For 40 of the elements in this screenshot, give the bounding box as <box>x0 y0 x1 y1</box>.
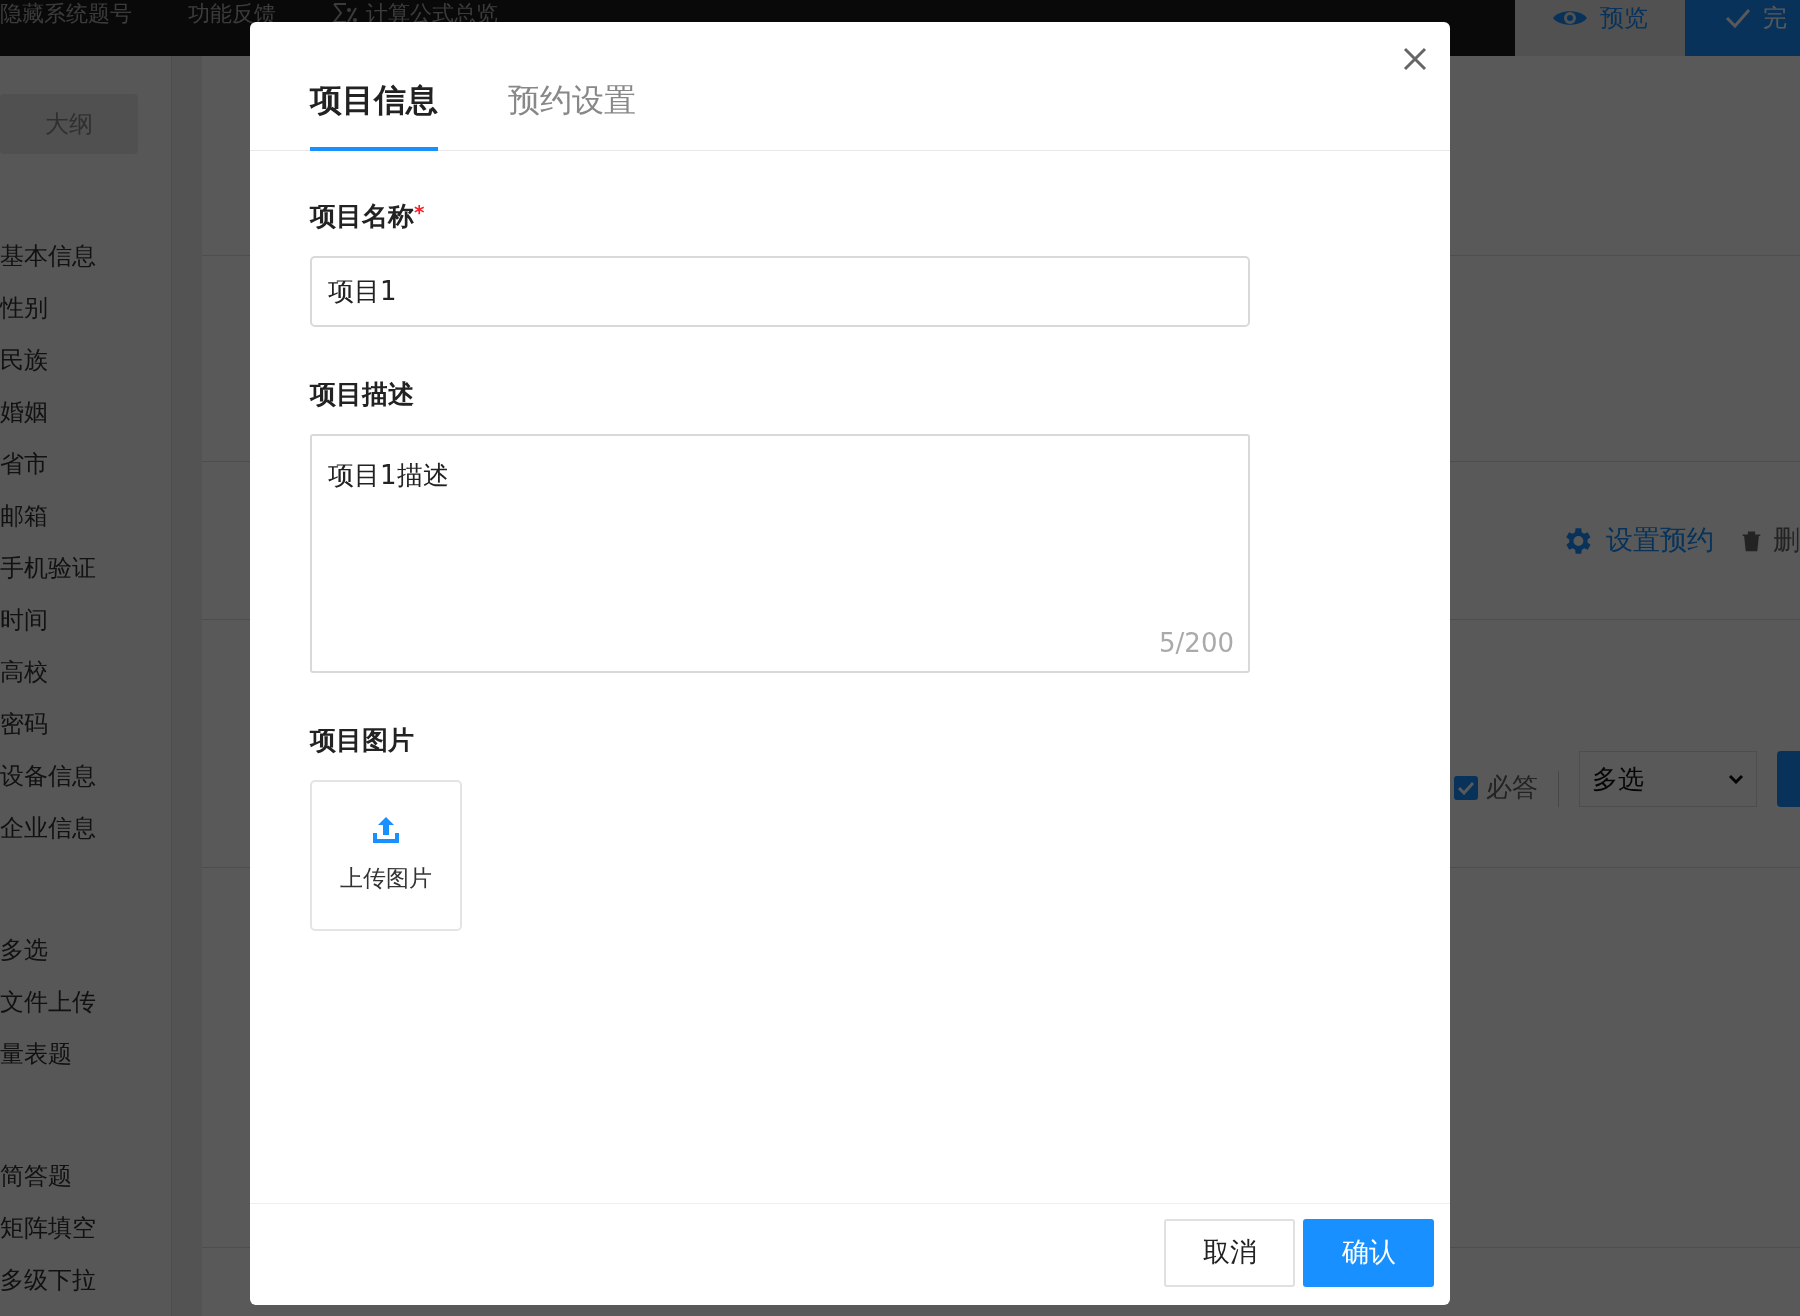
upload-button[interactable]: 上传图片 <box>310 780 462 931</box>
sidebar-item[interactable]: 省市 <box>0 438 171 490</box>
upload-icon <box>371 815 401 846</box>
sidebar-item[interactable]: 量表题 <box>0 1028 171 1080</box>
field-label: 项目图片 <box>310 724 414 757</box>
finish-button[interactable]: 完 <box>1685 0 1800 56</box>
sidebar-item[interactable]: 性别 <box>0 282 171 334</box>
sidebar-item[interactable]: 手机验证 <box>0 542 171 594</box>
sidebar-item[interactable]: 多级下拉 <box>0 1254 171 1306</box>
sidebar-item[interactable]: 邮箱 <box>0 490 171 542</box>
sidebar-item[interactable]: 矩阵填空 <box>0 1202 171 1254</box>
action-button[interactable] <box>1777 751 1800 807</box>
sidebar-item[interactable]: 简答题 <box>0 1150 171 1202</box>
sidebar-item[interactable]: 密码 <box>0 698 171 750</box>
sidebar-item[interactable]: 基本信息 <box>0 230 171 282</box>
sidebar-item[interactable]: 高校 <box>0 646 171 698</box>
tab[interactable]: 预约设置 <box>508 74 636 151</box>
check-icon <box>1725 8 1751 28</box>
sidebar-item[interactable]: 设备信息 <box>0 750 171 802</box>
tab[interactable]: 项目信息 <box>310 74 438 151</box>
preview-button[interactable]: 预览 <box>1515 0 1685 56</box>
sidebar-item[interactable]: 文件上传 <box>0 976 171 1028</box>
cancel-button[interactable]: 取消 <box>1164 1218 1295 1287</box>
settings-link[interactable]: 设置预约 <box>1560 520 1714 561</box>
checkbox[interactable] <box>1454 775 1478 800</box>
sidebar-item[interactable]: 企业信息 <box>0 802 171 854</box>
sidebar-item[interactable]: 民族 <box>0 334 171 386</box>
name-input[interactable]: 项目1 <box>310 256 1250 327</box>
chevron-down-icon <box>1728 774 1744 784</box>
check-icon <box>1457 780 1475 795</box>
sidebar-item[interactable]: 时间 <box>0 594 171 646</box>
type-select[interactable]: 多选 <box>1579 751 1757 807</box>
formula-icon <box>332 2 358 24</box>
field-label: 项目描述 <box>310 378 414 411</box>
char-counter: 5/200 <box>1159 627 1234 660</box>
required-mark: * <box>414 199 425 224</box>
field-label: 项目名称 <box>310 200 414 233</box>
confirm-button[interactable]: 确认 <box>1303 1218 1434 1287</box>
sidebar-item[interactable]: 多选 <box>0 924 171 976</box>
sidebar-item[interactable]: 婚姻 <box>0 386 171 438</box>
